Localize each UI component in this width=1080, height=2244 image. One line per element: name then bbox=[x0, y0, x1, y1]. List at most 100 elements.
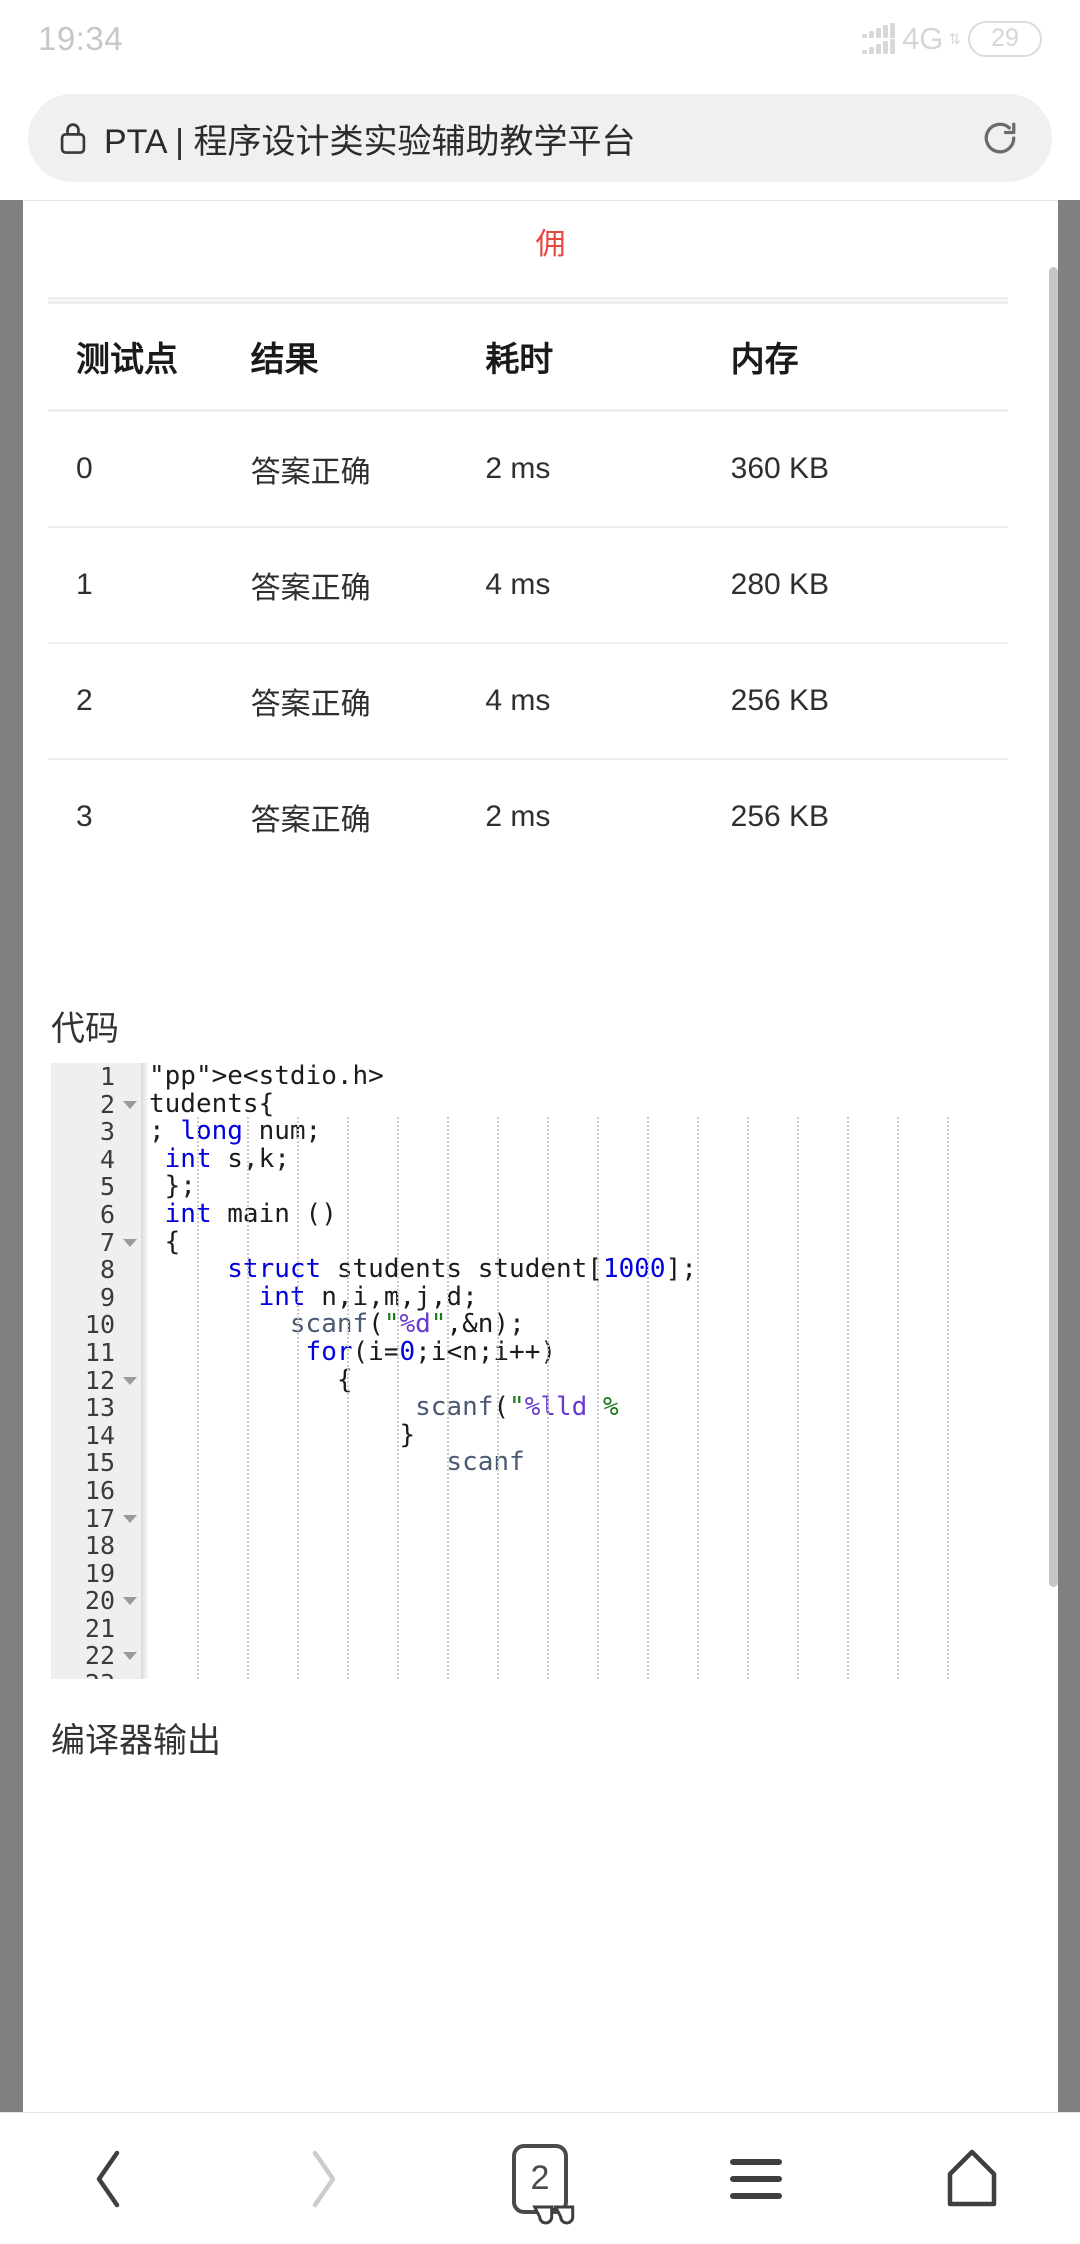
code-line: { bbox=[149, 1226, 181, 1257]
code-line: ; long num; bbox=[149, 1116, 322, 1147]
line-number: 18 bbox=[84, 1531, 115, 1561]
table-header-row: 测试点 结果 耗时 内存 bbox=[48, 302, 1008, 412]
right-edge-rail bbox=[1057, 200, 1080, 2112]
line-number: 10 bbox=[84, 1310, 115, 1340]
code-line: }; bbox=[149, 1171, 196, 1202]
code-editor[interactable]: 1234567891011121314151617181920212223 "p… bbox=[51, 1063, 1006, 1679]
table-row: 0 答案正确 2 ms 360 KB bbox=[48, 410, 1008, 528]
cell-case: 0 bbox=[48, 410, 251, 528]
reload-icon[interactable] bbox=[978, 116, 1022, 160]
code-line: for(i=0;i<n;i++) bbox=[305, 1336, 557, 1367]
table-top-rule bbox=[48, 297, 1008, 300]
line-number: 17 bbox=[51, 1504, 141, 1533]
forward-button[interactable] bbox=[216, 2113, 432, 2244]
table-row: 3 答案正确 2 ms 256 KB bbox=[48, 759, 1008, 874]
code-line: tudents{ bbox=[149, 1088, 275, 1119]
line-number: 22 bbox=[51, 1642, 141, 1670]
hamburger-menu-icon bbox=[730, 2158, 782, 2199]
line-number: 20 bbox=[51, 1587, 141, 1615]
fold-triangle-icon[interactable] bbox=[123, 1514, 137, 1523]
browser-toolbar: PTA | 程序设计类实验辅助教学平台 bbox=[0, 78, 1080, 198]
status-bar: 19:34 4G ⇅ 29 bbox=[0, 0, 1080, 78]
code-line: int n,i,m,j,d; bbox=[258, 1281, 478, 1312]
cell-verdict: 答案正确 bbox=[250, 643, 486, 760]
line-number: 16 bbox=[84, 1475, 115, 1505]
tabs-button[interactable]: 2 bbox=[432, 2113, 648, 2244]
cell-time: 4 ms bbox=[485, 643, 731, 760]
cell-memory: 280 KB bbox=[730, 527, 1008, 644]
fold-triangle-icon[interactable] bbox=[123, 1238, 137, 1247]
code-text-area[interactable]: "pp">e<stdio.h> tudents{; long num; int s… bbox=[149, 1063, 1006, 1679]
line-number: 11 bbox=[84, 1337, 115, 1367]
chevron-left-icon bbox=[96, 2150, 120, 2207]
left-edge-rail bbox=[0, 200, 23, 2112]
cell-memory: 256 KB bbox=[730, 643, 1008, 760]
cell-verdict: 答案正确 bbox=[250, 527, 486, 644]
code-section-heading: 代码 bbox=[51, 1010, 119, 1048]
page-scrollbar[interactable] bbox=[1049, 267, 1058, 1587]
column-header-time: 耗时 bbox=[485, 302, 731, 412]
browser-bottom-nav: 2 bbox=[0, 2112, 1080, 2244]
gutter-divider bbox=[141, 1063, 149, 1679]
data-transfer-icon: ⇅ bbox=[948, 30, 961, 48]
line-number: 5 bbox=[99, 1172, 115, 1202]
code-line: "pp">e<stdio.h> bbox=[149, 1063, 384, 1091]
cell-time: 4 ms bbox=[485, 527, 731, 644]
menu-button[interactable] bbox=[648, 2113, 864, 2244]
status-time: 19:34 bbox=[38, 20, 124, 57]
address-bar[interactable]: PTA | 程序设计类实验辅助教学平台 bbox=[28, 94, 1052, 182]
signal-bars-icon bbox=[862, 23, 896, 54]
column-header-case: 测试点 bbox=[48, 302, 251, 412]
fold-triangle-icon[interactable] bbox=[123, 1376, 137, 1385]
line-number: 2 bbox=[51, 1090, 141, 1119]
line-number: 15 bbox=[84, 1448, 115, 1478]
table-body: 0 答案正确 2 ms 360 KB 1 答案正确 4 ms 280 KB 2 答案正确 4 ms 2… bbox=[48, 410, 1008, 875]
table-row: 1 答案正确 4 ms 280 KB bbox=[48, 527, 1008, 644]
code-line: scanf("%lld % bbox=[415, 1392, 619, 1423]
cell-memory: 360 KB bbox=[730, 410, 1008, 528]
line-number: 13 bbox=[84, 1393, 115, 1423]
cell-case: 1 bbox=[48, 527, 251, 644]
line-number: 8 bbox=[99, 1255, 115, 1285]
line-number: 1 bbox=[99, 1063, 115, 1091]
fold-triangle-icon[interactable] bbox=[123, 1597, 137, 1606]
home-button[interactable] bbox=[864, 2113, 1080, 2244]
line-number: 14 bbox=[84, 1420, 115, 1450]
fold-triangle-icon[interactable] bbox=[123, 1100, 137, 1109]
glasses-icon bbox=[532, 2205, 575, 2224]
column-header-memory: 内存 bbox=[730, 302, 1008, 412]
test-results-table: 测试点 结果 耗时 内存 0 答案正确 2 ms 360 KB 1 答案正确 4 ms 280… bbox=[48, 301, 1008, 874]
cell-verdict: 答案正确 bbox=[250, 410, 486, 528]
back-button[interactable] bbox=[0, 2113, 216, 2244]
page-title-url: PTA | 程序设计类实验辅助教学平台 bbox=[104, 122, 636, 161]
compiler-output-heading: 编译器输出 bbox=[51, 1722, 221, 1760]
code-line: int s,k; bbox=[164, 1143, 290, 1174]
chevron-right-icon bbox=[312, 2150, 336, 2207]
code-line: } bbox=[149, 1419, 416, 1450]
cell-verdict: 答案正确 bbox=[250, 804, 371, 837]
web-page-content: 佣 测试点 结果 耗时 内存 0 答案正确 2 ms 360 KB 1 答案正确 4 ms 2… bbox=[23, 200, 1058, 2112]
fragment-text: 佣 bbox=[535, 228, 566, 261]
line-number: 7 bbox=[51, 1228, 141, 1257]
fold-triangle-icon[interactable] bbox=[123, 1652, 137, 1661]
line-number: 19 bbox=[84, 1558, 115, 1588]
phone-screen: 19:34 4G ⇅ 29 PTA | 程序设计类实验辅助教学平台 佣 测试点 … bbox=[0, 0, 1080, 2244]
table-header: 测试点 结果 耗时 内存 bbox=[48, 302, 1008, 412]
cell-memory: 256 KB bbox=[730, 800, 830, 833]
cell-case: 2 bbox=[48, 643, 251, 760]
fragment-row: 佣 bbox=[23, 219, 1058, 263]
code-line: scanf("%d",&n); bbox=[289, 1309, 525, 1340]
line-number-gutter: 1234567891011121314151617181920212223 bbox=[51, 1063, 141, 1679]
line-number: 23 bbox=[51, 1670, 141, 1679]
code-line: struct students student[1000]; bbox=[227, 1254, 697, 1285]
line-number: 9 bbox=[99, 1282, 115, 1312]
line-number: 21 bbox=[84, 1613, 115, 1643]
